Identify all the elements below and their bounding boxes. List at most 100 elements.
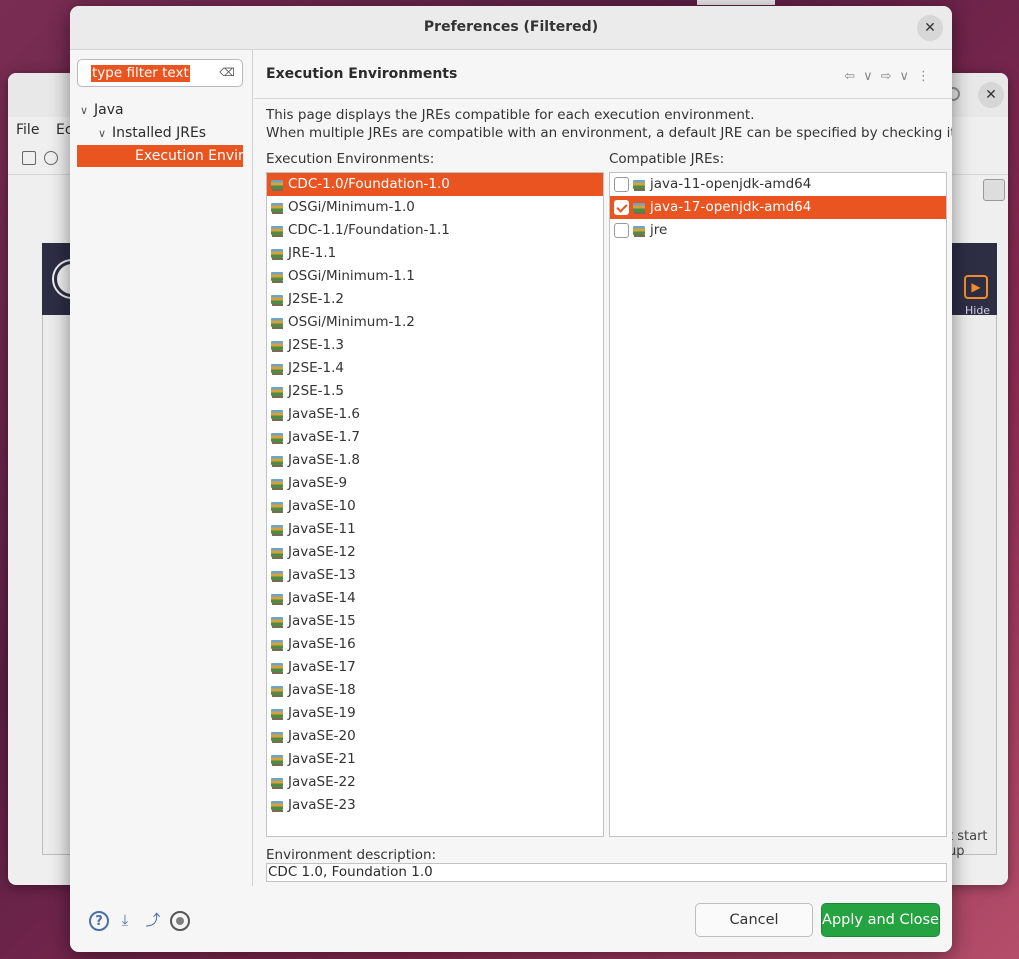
menu-file[interactable]: File [16, 122, 39, 138]
back-menu-chevron-icon[interactable]: ∨ [863, 69, 881, 84]
environment-list-item[interactable]: OSGi/Minimum-1.1 [267, 265, 603, 288]
clear-filter-icon[interactable]: ⌫ [219, 66, 235, 80]
jre-library-icon [271, 201, 285, 214]
environment-list-item[interactable]: JavaSE-17 [267, 656, 603, 679]
forward-arrow-icon[interactable]: ⇨ [881, 69, 900, 84]
environment-list-item[interactable]: OSGi/Minimum-1.2 [267, 311, 603, 334]
default-jre-checkbox[interactable] [614, 177, 629, 192]
execution-environments-page: Execution Environments ⇦∨⇨∨⋮ This page d… [254, 50, 952, 886]
environment-description-field[interactable]: CDC 1.0, Foundation 1.0 [266, 863, 947, 882]
environment-list-item[interactable]: JavaSE-1.8 [267, 449, 603, 472]
environment-list-item[interactable]: JavaSE-20 [267, 725, 603, 748]
preferences-tree-panel: type filter text ⌫ ∨ Java ∨ Installed JREs… [70, 50, 253, 886]
jre-library-icon [271, 431, 285, 444]
environment-list-item[interactable]: JavaSE-13 [267, 564, 603, 587]
background-close-icon[interactable]: ✕ [978, 82, 1004, 108]
environment-label: JavaSE-14 [288, 590, 356, 606]
jre-library-icon [271, 592, 285, 605]
tree-item-installed-jres[interactable]: ∨ Installed JREs [98, 122, 206, 144]
jre-library-icon [271, 684, 285, 697]
hide-icon[interactable]: ▶ [964, 275, 988, 299]
back-arrow-icon[interactable]: ⇦ [844, 69, 863, 84]
jre-library-icon [633, 178, 647, 191]
environment-list-item[interactable]: JavaSE-10 [267, 495, 603, 518]
jre-label: java-11-openjdk-amd64 [650, 176, 812, 192]
environment-list-item[interactable]: JavaSE-1.7 [267, 426, 603, 449]
compatible-jres-label: Compatible JREs: [609, 151, 725, 167]
environment-list-item[interactable]: CDC-1.0/Foundation-1.0 [267, 173, 603, 196]
jre-library-icon [271, 500, 285, 513]
environment-list-item[interactable]: JavaSE-14 [267, 587, 603, 610]
export-icon[interactable]: ⤴ [143, 911, 163, 931]
jre-library-icon [271, 408, 285, 421]
close-icon[interactable]: ✕ [917, 15, 943, 41]
title-separator [254, 98, 952, 99]
environment-label: JavaSE-15 [288, 613, 356, 629]
environments-label: Execution Environments: [266, 151, 435, 167]
environment-list-item[interactable]: JavaSE-16 [267, 633, 603, 656]
environment-list-item[interactable]: JavaSE-18 [267, 679, 603, 702]
environments-list[interactable]: CDC-1.0/Foundation-1.0 OSGi/Minimum-1.0 CD… [266, 172, 604, 837]
environment-label: OSGi/Minimum-1.1 [288, 268, 415, 284]
filter-input[interactable]: type filter text ⌫ [77, 59, 243, 87]
jre-list-item[interactable]: java-17-openjdk-amd64 [610, 196, 946, 219]
apply-and-close-button[interactable]: Apply and Close [821, 903, 940, 937]
toolbar-icon[interactable] [22, 151, 36, 165]
environment-label: JavaSE-20 [288, 728, 356, 744]
jre-library-icon [271, 385, 285, 398]
environment-list-item[interactable]: JavaSE-19 [267, 702, 603, 725]
chevron-down-icon[interactable]: ∨ [80, 100, 94, 122]
chevron-down-icon[interactable]: ∨ [98, 123, 112, 145]
jre-list-item[interactable]: jre [610, 219, 946, 242]
jre-label: java-17-openjdk-amd64 [650, 199, 812, 215]
environment-list-item[interactable]: J2SE-1.2 [267, 288, 603, 311]
view-menu-icon[interactable]: ⋮ [917, 69, 938, 84]
preferences-dialog: Preferences (Filtered) ✕ type filter tex… [70, 6, 952, 952]
environment-list-item[interactable]: CDC-1.1/Foundation-1.1 [267, 219, 603, 242]
cancel-button[interactable]: Cancel [695, 903, 813, 937]
compatible-jres-list[interactable]: java-11-openjdk-amd64 java-17-openjdk-amd… [609, 172, 947, 837]
environment-label: JavaSE-12 [288, 544, 356, 560]
environment-list-item[interactable]: JavaSE-1.6 [267, 403, 603, 426]
jre-library-icon [271, 661, 285, 674]
filter-placeholder[interactable]: type filter text [91, 65, 190, 82]
environment-label: JavaSE-17 [288, 659, 356, 675]
default-jre-checkbox[interactable] [614, 200, 629, 215]
perspective-icon[interactable] [983, 179, 1005, 201]
environment-label: J2SE-1.4 [288, 360, 345, 376]
tree-item-execution-environments[interactable]: Execution Enviro [77, 145, 243, 167]
environment-list-item[interactable]: JRE-1.1 [267, 242, 603, 265]
default-jre-checkbox[interactable] [614, 223, 629, 238]
dialog-title: Preferences (Filtered) [423, 19, 599, 35]
environment-list-item[interactable]: JavaSE-15 [267, 610, 603, 633]
environment-list-item[interactable]: JavaSE-22 [267, 771, 603, 794]
environment-label: J2SE-1.3 [288, 337, 345, 353]
environment-label: JavaSE-1.6 [288, 406, 360, 422]
tree-item-java[interactable]: ∨ Java [80, 99, 124, 121]
import-icon[interactable]: ⤓ [115, 911, 135, 931]
environment-label: JavaSE-22 [288, 774, 356, 790]
jre-library-icon [271, 454, 285, 467]
environment-list-item[interactable]: J2SE-1.3 [267, 334, 603, 357]
jre-library-icon [271, 546, 285, 559]
forward-menu-chevron-icon[interactable]: ∨ [899, 69, 917, 84]
environment-list-item[interactable]: J2SE-1.4 [267, 357, 603, 380]
tree-item-label: Execution Enviro [135, 148, 243, 164]
environment-list-item[interactable]: J2SE-1.5 [267, 380, 603, 403]
environment-label: CDC-1.0/Foundation-1.0 [288, 176, 450, 192]
jre-label: jre [650, 222, 668, 238]
record-icon[interactable] [170, 911, 190, 931]
jre-library-icon [271, 776, 285, 789]
environment-list-item[interactable]: JavaSE-12 [267, 541, 603, 564]
environment-label: OSGi/Minimum-1.2 [288, 314, 415, 330]
environment-list-item[interactable]: JavaSE-9 [267, 472, 603, 495]
environment-list-item[interactable]: JavaSE-21 [267, 748, 603, 771]
environment-label: JavaSE-1.7 [288, 429, 360, 445]
environment-list-item[interactable]: JavaSE-23 [267, 794, 603, 817]
toolbar-icon[interactable] [44, 151, 58, 165]
environment-list-item[interactable]: JavaSE-11 [267, 518, 603, 541]
environment-label: OSGi/Minimum-1.0 [288, 199, 415, 215]
environment-list-item[interactable]: OSGi/Minimum-1.0 [267, 196, 603, 219]
jre-list-item[interactable]: java-11-openjdk-amd64 [610, 173, 946, 196]
help-icon[interactable]: ? [89, 911, 109, 931]
